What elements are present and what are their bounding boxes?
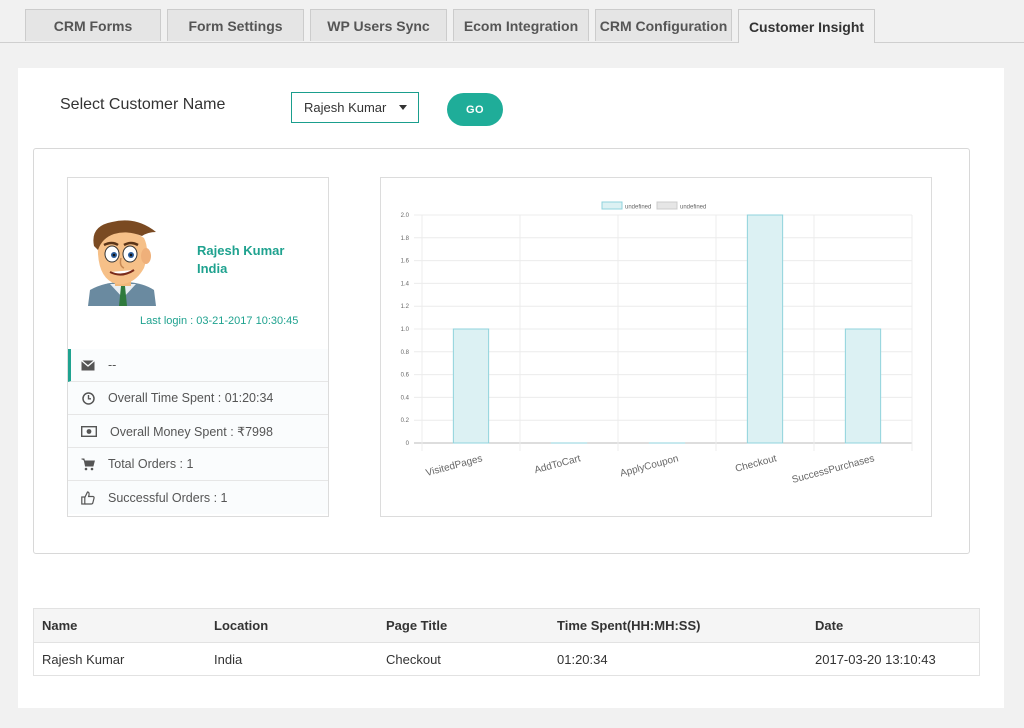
legend-swatch-series-1 — [601, 201, 623, 210]
legend-swatch-series-2 — [656, 201, 678, 210]
y-tick-label: 1.8 — [401, 236, 410, 242]
y-tick-label: 0.2 — [401, 418, 410, 424]
table-row: Rajesh Kumar India Checkout 01:20:34 201… — [33, 642, 980, 676]
y-tick-label: 1.6 — [401, 259, 410, 265]
y-tick-label: 2.0 — [401, 213, 410, 219]
bar-successpurchases — [844, 328, 882, 444]
table-header-row: Name Location Page Title Time Spent(HH:M… — [33, 608, 980, 643]
cell-location: India — [206, 642, 378, 676]
cart-icon — [80, 457, 96, 471]
tab-crm-configuration[interactable]: CRM Configuration — [595, 9, 732, 41]
tab-form-settings[interactable]: Form Settings — [167, 9, 304, 41]
info-row-money-spent: Overall Money Spent : ₹7998 — [68, 415, 328, 448]
y-tick-label: 1.0 — [401, 327, 410, 333]
info-row-email: -- — [68, 349, 328, 382]
bar-visitedpages — [452, 328, 490, 444]
column-header-name: Name — [33, 608, 206, 643]
tab-customer-insight[interactable]: Customer Insight — [738, 9, 875, 43]
activity-chart: undefined undefined 0 0.2 0.4 0.6 0.8 1.0 1.2 1… — [380, 177, 932, 517]
tab-ecom-integration[interactable]: Ecom Integration — [453, 9, 589, 41]
cell-date: 2017-03-20 13:10:43 — [807, 642, 980, 676]
go-button[interactable]: GO — [447, 93, 503, 126]
envelope-icon — [80, 358, 96, 372]
y-tick-label: 0 — [406, 441, 410, 447]
cell-page-title: Checkout — [378, 642, 549, 676]
y-tick-label: 0.8 — [401, 350, 410, 356]
y-tick-label: 1.4 — [401, 281, 410, 287]
x-tick-label: Checkout — [734, 453, 778, 475]
y-tick-label: 1.2 — [401, 304, 410, 310]
select-customer-label: Select Customer Name — [60, 96, 226, 113]
customer-country: India — [197, 261, 228, 276]
chart-legend: undefined undefined — [601, 201, 706, 211]
tab-bar: CRM Forms Form Settings WP Users Sync Ec… — [0, 0, 1024, 43]
legend-label-series-2: undefined — [680, 205, 706, 211]
legend-label-series-1: undefined — [625, 205, 651, 211]
info-row-successful-orders: Successful Orders : 1 — [68, 481, 328, 514]
customer-insight-panel: Select Customer Name Rajesh Kumar GO Raj… — [18, 68, 1004, 708]
avatar — [88, 220, 156, 306]
cell-time-spent: 01:20:34 — [549, 642, 807, 676]
info-list: -- Overall Time Spent : 01:20:34 Overall… — [68, 349, 328, 514]
customer-select[interactable]: Rajesh Kumar — [291, 92, 419, 123]
info-row-total-orders: Total Orders : 1 — [68, 448, 328, 481]
insight-container: Rajesh Kumar India Last login : 03-21-20… — [33, 148, 970, 554]
y-tick-label: 0.4 — [401, 395, 410, 401]
y-tick-label: 0.6 — [401, 373, 410, 379]
x-tick-label: VisitedPages — [425, 453, 484, 479]
profile-card: Rajesh Kumar India Last login : 03-21-20… — [67, 177, 329, 517]
bar-checkout — [746, 214, 784, 444]
info-row-time-spent: Overall Time Spent : 01:20:34 — [68, 382, 328, 415]
tab-crm-forms[interactable]: CRM Forms — [25, 9, 161, 41]
activity-table: Name Location Page Title Time Spent(HH:M… — [33, 608, 980, 676]
column-header-page-title: Page Title — [378, 608, 549, 643]
tab-wp-users-sync[interactable]: WP Users Sync — [310, 9, 447, 41]
last-login: Last login : 03-21-2017 10:30:45 — [140, 315, 299, 327]
x-tick-label: ApplyCoupon — [619, 453, 680, 479]
x-tick-label: SuccessPurchases — [791, 453, 876, 486]
column-header-time-spent: Time Spent(HH:MH:SS) — [549, 608, 807, 643]
cell-name: Rajesh Kumar — [33, 642, 206, 676]
caret-down-icon — [399, 105, 407, 110]
money-icon — [80, 424, 98, 438]
customer-select-value: Rajesh Kumar — [304, 100, 387, 115]
activity-bar-chart: undefined undefined 0 0.2 0.4 0.6 0.8 1.0 1.2 1… — [401, 201, 913, 486]
x-tick-label: AddToCart — [533, 453, 582, 476]
thumbs-up-icon — [80, 490, 96, 505]
column-header-date: Date — [807, 608, 980, 643]
customer-name: Rajesh Kumar — [197, 243, 285, 258]
clock-icon — [80, 391, 96, 405]
column-header-location: Location — [206, 608, 378, 643]
